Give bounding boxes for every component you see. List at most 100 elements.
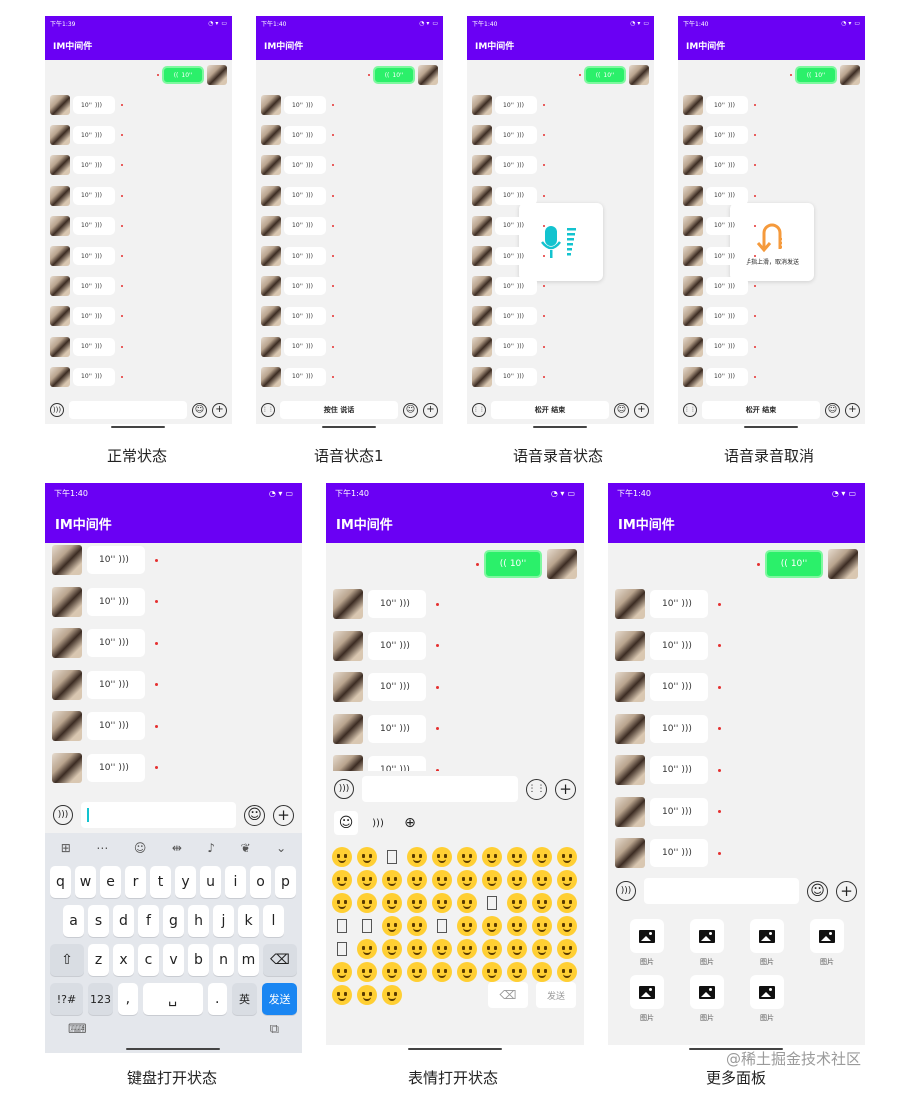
emoji-face-icon[interactable] — [382, 893, 402, 913]
more-item[interactable]: 图片 — [750, 919, 784, 967]
received-voice-bubble[interactable]: 10''))) — [73, 156, 115, 175]
keyboard-send-key[interactable]: 发送 — [262, 983, 297, 1015]
emoji-face-icon[interactable] — [532, 916, 552, 936]
emoji-face-icon[interactable] — [382, 870, 402, 890]
received-voice-bubble[interactable]: 10''))) — [87, 629, 145, 657]
key-o[interactable]: o — [250, 866, 271, 898]
emoji-face-icon[interactable] — [457, 939, 477, 959]
key-k[interactable]: k — [238, 905, 259, 937]
release-to-end-button[interactable]: 松开 结束 — [702, 401, 820, 419]
image-tile[interactable] — [750, 975, 784, 1009]
received-voice-bubble[interactable]: 10''))) — [87, 753, 145, 782]
symbols-key[interactable]: !?# — [50, 983, 83, 1015]
emoji-face-icon[interactable] — [432, 870, 452, 890]
emoji-face-icon[interactable] — [332, 893, 352, 913]
emoji-face-icon[interactable] — [532, 893, 552, 913]
unsupported-emoji[interactable] — [337, 919, 347, 933]
received-voice-bubble[interactable]: 10''))) — [368, 756, 426, 771]
hide-keyboard-icon[interactable]: ⌨ — [68, 1022, 87, 1037]
message-input[interactable] — [69, 401, 187, 419]
emoji-face-icon[interactable] — [407, 962, 427, 982]
received-voice-bubble[interactable]: 10''))) — [495, 126, 537, 145]
image-tile[interactable] — [750, 919, 784, 953]
emoji-face-icon[interactable] — [457, 847, 477, 867]
received-voice-bubble[interactable]: 10''))) — [73, 337, 115, 356]
received-voice-bubble[interactable]: 10''))) — [706, 156, 748, 175]
mic-icon[interactable]: ♪ — [207, 841, 215, 855]
emoji-tab-voice-icon[interactable]: ))) — [366, 811, 390, 835]
unsupported-emoji[interactable] — [437, 919, 447, 933]
received-voice-bubble[interactable]: 10''))) — [650, 756, 708, 784]
received-voice-bubble[interactable]: 10''))) — [706, 126, 748, 145]
emoji-face-icon[interactable] — [357, 847, 377, 867]
chat-list[interactable]: ((10'' 10''))) 10''))) 10''))) 10''))) 10''))… — [45, 60, 232, 396]
key-x[interactable]: x — [113, 944, 134, 976]
emoji-face-icon[interactable] — [482, 962, 502, 982]
received-voice-bubble[interactable]: 10''))) — [73, 186, 115, 205]
more-plus-icon[interactable]: + — [423, 402, 438, 418]
more-plus-icon[interactable]: + — [845, 402, 860, 418]
key-g[interactable]: g — [163, 905, 184, 937]
emoji-face-icon[interactable] — [357, 870, 377, 890]
key-i[interactable]: i — [225, 866, 246, 898]
key-u[interactable]: u — [200, 866, 221, 898]
emoji-icon[interactable]: ☺ — [244, 804, 265, 826]
emoji-face-icon[interactable] — [407, 939, 427, 959]
emoji-face-icon[interactable] — [357, 939, 377, 959]
key-n[interactable]: n — [213, 944, 234, 976]
received-voice-bubble[interactable]: 10''))) — [706, 307, 748, 326]
key-d[interactable]: d — [113, 905, 134, 937]
image-tile[interactable] — [810, 919, 844, 953]
emoji-face-icon[interactable] — [557, 893, 577, 913]
emoji-face-icon[interactable] — [332, 847, 352, 867]
key-c[interactable]: c — [138, 944, 159, 976]
emoji-icon[interactable]: ☺ — [403, 402, 418, 418]
received-voice-bubble[interactable]: 10''))) — [706, 277, 748, 296]
received-voice-bubble[interactable]: 10''))) — [73, 367, 115, 386]
received-voice-bubble[interactable]: 10''))) — [73, 216, 115, 235]
emoji-face-icon[interactable] — [457, 916, 477, 936]
key-l[interactable]: l — [263, 905, 284, 937]
message-input[interactable] — [644, 878, 799, 904]
received-voice-bubble[interactable]: 10''))) — [495, 307, 537, 326]
received-voice-bubble[interactable]: 10''))) — [284, 96, 326, 114]
emoji-face-icon[interactable] — [507, 939, 527, 959]
key-e[interactable]: e — [100, 866, 121, 898]
received-voice-bubble[interactable]: 10''))) — [706, 216, 748, 235]
emoji-face-icon[interactable] — [407, 916, 427, 936]
apps-grid-icon[interactable]: ⊞ — [61, 841, 71, 855]
unsupported-emoji[interactable] — [362, 919, 372, 933]
key-m[interactable]: m — [238, 944, 259, 976]
shift-key[interactable]: ⇧ — [50, 944, 84, 976]
received-voice-bubble[interactable]: 10''))) — [706, 186, 748, 205]
received-voice-bubble[interactable]: 10''))) — [495, 186, 537, 205]
voice-toggle-icon[interactable]: ))) — [50, 403, 64, 417]
received-voice-bubble[interactable]: 10''))) — [650, 797, 708, 826]
backspace-key[interactable]: ⌫ — [263, 944, 297, 976]
emoji-face-icon[interactable] — [407, 847, 427, 867]
collapse-chevron-icon[interactable]: ⌄ — [276, 841, 286, 855]
key-w[interactable]: w — [75, 866, 96, 898]
received-voice-bubble[interactable]: 10''))) — [284, 156, 326, 175]
emoji-send-button[interactable]: 发送 — [536, 982, 576, 1008]
chat-list[interactable]: ((10'' 10''))) 10''))) 10''))) 10''))) 10''))… — [467, 60, 654, 396]
more-item[interactable]: 图片 — [750, 975, 784, 1023]
emoji-face-icon[interactable] — [332, 870, 352, 890]
received-voice-bubble[interactable]: 10''))) — [650, 673, 708, 701]
emoji-face-icon[interactable] — [482, 870, 502, 890]
received-voice-bubble[interactable]: 10''))) — [368, 673, 426, 701]
emoji-face-icon[interactable] — [432, 939, 452, 959]
received-voice-bubble[interactable]: 10''))) — [368, 590, 426, 618]
more-plus-icon[interactable]: + — [273, 804, 294, 826]
more-item[interactable]: 图片 — [630, 919, 664, 967]
key-v[interactable]: v — [163, 944, 184, 976]
key-y[interactable]: y — [175, 866, 196, 898]
image-tile[interactable] — [690, 975, 724, 1009]
received-voice-bubble[interactable]: 10''))) — [650, 590, 708, 618]
more-plus-icon[interactable]: + — [836, 880, 857, 902]
chat-list[interactable]: ((10'' 10''))) 10''))) 10''))) 10''))) 10''))… — [326, 543, 584, 771]
key-s[interactable]: s — [88, 905, 109, 937]
chat-list[interactable]: ((10'' 10''))) 10''))) 10''))) 10''))) 10''))… — [256, 60, 443, 396]
emoji-face-icon[interactable] — [382, 985, 402, 1005]
received-voice-bubble[interactable]: 10''))) — [73, 96, 115, 114]
